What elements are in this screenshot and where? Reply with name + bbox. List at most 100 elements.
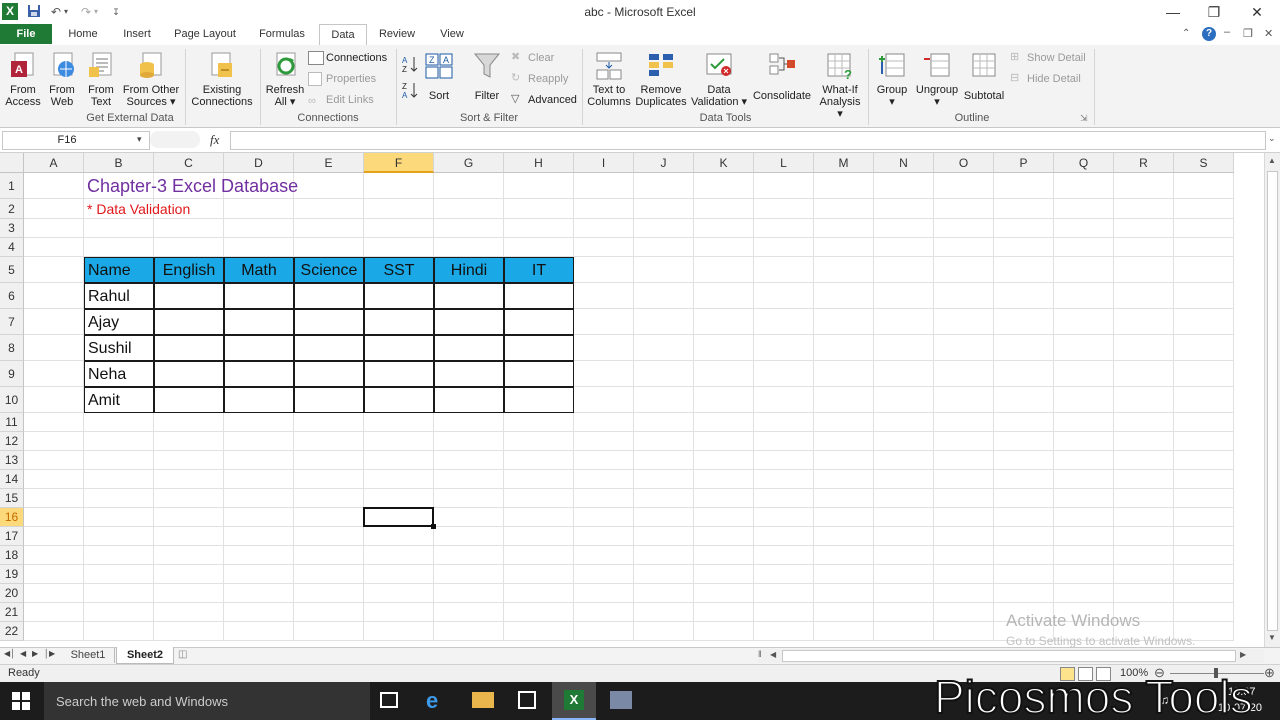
row-header-12[interactable]: 12: [0, 432, 24, 451]
minimize-button[interactable]: —: [1156, 2, 1190, 22]
sort-za-button[interactable]: ZA: [401, 81, 419, 100]
row-header-15[interactable]: 15: [0, 489, 24, 508]
insert-sheet-icon[interactable]: ◫: [178, 649, 187, 660]
column-header-q[interactable]: Q: [1054, 153, 1114, 173]
table-cell[interactable]: [224, 283, 294, 309]
vertical-scroll-thumb[interactable]: [1267, 171, 1278, 631]
table-cell[interactable]: [504, 283, 574, 309]
existing-connections-button[interactable]: Existing Connections: [190, 51, 254, 109]
table-cell[interactable]: [364, 387, 434, 413]
excel-taskbar-icon[interactable]: X: [552, 682, 596, 720]
from-text-button[interactable]: From Text: [83, 51, 119, 109]
column-header-e[interactable]: E: [294, 153, 364, 173]
row-header-2[interactable]: 2: [0, 199, 24, 219]
remove-duplicates-button[interactable]: Remove Duplicates: [634, 51, 688, 109]
table-cell[interactable]: [224, 309, 294, 335]
sheet-title-cell[interactable]: Chapter-3 Excel Database: [87, 173, 298, 199]
column-header-c[interactable]: C: [154, 153, 224, 173]
column-header-s[interactable]: S: [1174, 153, 1234, 173]
insert-function-icon[interactable]: fx: [210, 132, 219, 148]
table-header-hindi[interactable]: Hindi: [434, 257, 504, 283]
outline-dialog-launcher-icon[interactable]: ⇲: [1080, 113, 1088, 124]
row-header-1[interactable]: 1: [0, 173, 24, 199]
row-header-5[interactable]: 5: [0, 257, 24, 283]
sheet-tab-sheet1[interactable]: Sheet1: [62, 648, 115, 663]
subtotal-button[interactable]: Subtotal: [962, 51, 1006, 109]
column-header-r[interactable]: R: [1114, 153, 1174, 173]
sort-button[interactable]: ZA Sort: [422, 51, 456, 109]
task-view-icon[interactable]: [380, 692, 398, 708]
tab-review[interactable]: Review: [372, 24, 422, 44]
row-header-4[interactable]: 4: [0, 238, 24, 257]
table-cell[interactable]: [224, 335, 294, 361]
expand-formula-bar-icon[interactable]: ⌄: [1268, 133, 1276, 144]
taskbar-search-box[interactable]: Search the web and Windows: [44, 682, 370, 720]
sheet-tab-sheet2[interactable]: Sheet2: [116, 647, 174, 664]
column-header-o[interactable]: O: [934, 153, 994, 173]
prev-sheet-icon[interactable]: ◀: [20, 649, 26, 658]
table-cell[interactable]: [154, 387, 224, 413]
row-header-20[interactable]: 20: [0, 584, 24, 603]
vertical-scrollbar[interactable]: ▲ ▼: [1264, 153, 1280, 647]
edge-icon[interactable]: e: [426, 688, 438, 714]
fill-handle[interactable]: [431, 524, 436, 529]
tab-insert[interactable]: Insert: [114, 24, 160, 44]
select-all-corner[interactable]: [0, 153, 24, 173]
first-sheet-icon[interactable]: ◀│: [4, 649, 15, 658]
zoom-in-icon[interactable]: ⊕: [1264, 665, 1275, 681]
table-row-name[interactable]: Sushil: [84, 335, 154, 361]
horizontal-scroll-thumb[interactable]: [782, 650, 1236, 662]
tab-data[interactable]: Data: [319, 24, 367, 47]
table-cell[interactable]: [434, 335, 504, 361]
table-cell[interactable]: [294, 283, 364, 309]
filter-button[interactable]: Filter: [468, 51, 506, 109]
table-row-name[interactable]: Rahul: [84, 283, 154, 309]
column-header-m[interactable]: M: [814, 153, 874, 173]
name-box[interactable]: F16 ▾: [2, 131, 150, 150]
workbook-minimize-icon[interactable]: –: [1224, 26, 1230, 38]
table-header-name[interactable]: Name: [84, 257, 154, 283]
table-cell[interactable]: [364, 335, 434, 361]
column-header-b[interactable]: B: [84, 153, 154, 173]
close-button[interactable]: ✕: [1240, 2, 1274, 22]
row-header-7[interactable]: 7: [0, 309, 24, 335]
restore-button[interactable]: ❐: [1197, 2, 1231, 22]
name-box-dropdown-icon[interactable]: ▾: [137, 134, 142, 145]
column-header-d[interactable]: D: [224, 153, 294, 173]
from-web-button[interactable]: From Web: [44, 51, 80, 109]
row-header-10[interactable]: 10: [0, 387, 24, 413]
file-explorer-icon[interactable]: [472, 692, 494, 708]
table-cell[interactable]: [224, 361, 294, 387]
column-header-j[interactable]: J: [634, 153, 694, 173]
table-cell[interactable]: [504, 335, 574, 361]
from-other-sources-button[interactable]: From Other Sources ▾: [120, 51, 182, 109]
text-to-columns-button[interactable]: Text to Columns: [586, 51, 632, 109]
app-taskbar-icon[interactable]: [610, 691, 632, 709]
formula-input[interactable]: [230, 131, 1266, 150]
sheet-subtitle-cell[interactable]: * Data Validation: [87, 199, 190, 219]
tab-view[interactable]: View: [430, 24, 474, 44]
table-header-math[interactable]: Math: [224, 257, 294, 283]
row-header-18[interactable]: 18: [0, 546, 24, 565]
workbook-close-icon[interactable]: ✕: [1264, 27, 1273, 40]
row-header-13[interactable]: 13: [0, 451, 24, 470]
workbook-restore-icon[interactable]: ❐: [1243, 27, 1253, 40]
row-header-16[interactable]: 16: [0, 508, 24, 527]
scroll-up-icon[interactable]: ▲: [1268, 156, 1276, 165]
table-cell[interactable]: [434, 309, 504, 335]
store-icon[interactable]: [518, 691, 536, 709]
row-header-3[interactable]: 3: [0, 219, 24, 238]
table-cell[interactable]: [434, 283, 504, 309]
formula-separator-grip[interactable]: [150, 131, 200, 148]
table-cell[interactable]: [434, 361, 504, 387]
tab-formulas[interactable]: Formulas: [250, 24, 314, 44]
scroll-left-icon[interactable]: ◀: [770, 650, 776, 659]
table-header-english[interactable]: English: [154, 257, 224, 283]
table-cell[interactable]: [154, 335, 224, 361]
tab-home[interactable]: Home: [60, 24, 106, 44]
worksheet-grid[interactable]: ABCDEFGHIJKLMNOPQRS 1 2 3 4 5 6 7 8 9 10 11 12 13 14 1…: [0, 153, 1264, 647]
table-header-science[interactable]: Science: [294, 257, 364, 283]
table-cell[interactable]: [294, 361, 364, 387]
horizontal-scrollbar[interactable]: ‖ ◀ ▶: [758, 649, 1264, 663]
column-header-n[interactable]: N: [874, 153, 934, 173]
